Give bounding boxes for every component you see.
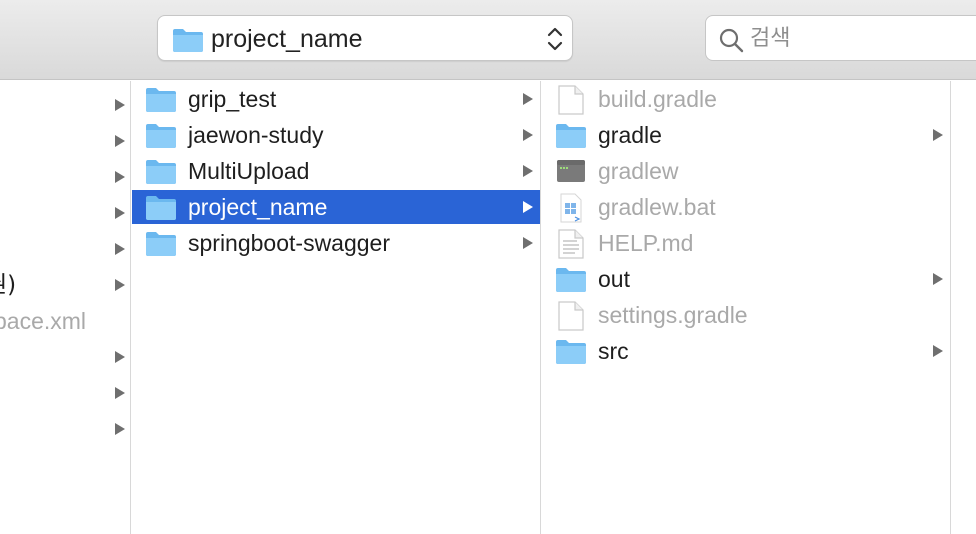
column1-row[interactable] bbox=[0, 376, 131, 410]
disclosure-arrow-icon bbox=[114, 170, 126, 189]
folder-icon bbox=[145, 121, 177, 149]
column1-row-label: pace.xml bbox=[0, 308, 87, 334]
browser-column-1[interactable]: 권) pace.xml bbox=[0, 81, 131, 534]
folder-icon bbox=[145, 193, 177, 221]
item-label: gradle bbox=[598, 122, 662, 148]
document-icon bbox=[555, 301, 587, 331]
disclosure-arrow-icon bbox=[114, 134, 126, 153]
item-label: out bbox=[598, 266, 630, 292]
disclosure-arrow-icon bbox=[114, 98, 126, 117]
column1-row[interactable]: pace.xml bbox=[0, 304, 131, 338]
disclosure-arrow-icon bbox=[522, 164, 534, 183]
column1-row[interactable] bbox=[0, 160, 131, 194]
item-label: HELP.md bbox=[598, 230, 694, 256]
item-label: gradlew bbox=[598, 158, 679, 184]
windows-batch-file-icon bbox=[555, 193, 587, 223]
folder-icon bbox=[145, 229, 177, 257]
column1-row[interactable] bbox=[0, 340, 131, 374]
disclosure-arrow-icon bbox=[522, 200, 534, 219]
column1-row[interactable] bbox=[0, 124, 131, 158]
list-item-file[interactable]: build.gradle bbox=[542, 82, 950, 116]
column1-row[interactable]: 권) bbox=[0, 268, 131, 302]
browser-column-4[interactable] bbox=[952, 81, 976, 534]
search-field[interactable] bbox=[705, 15, 976, 61]
column1-row-label: 권) bbox=[0, 272, 17, 298]
disclosure-arrow-icon bbox=[114, 278, 126, 297]
disclosure-arrow-icon bbox=[114, 422, 126, 441]
disclosure-arrow-icon bbox=[522, 128, 534, 147]
list-item-folder-selected[interactable]: project_name bbox=[132, 190, 540, 224]
folder-icon bbox=[145, 157, 177, 185]
column1-row[interactable] bbox=[0, 88, 131, 122]
list-item-folder[interactable]: src bbox=[542, 334, 950, 368]
disclosure-arrow-icon bbox=[522, 236, 534, 255]
item-label: springboot-swagger bbox=[188, 230, 391, 256]
list-item-folder[interactable]: jaewon-study bbox=[132, 118, 540, 152]
column1-row[interactable] bbox=[0, 196, 131, 230]
terminal-executable-icon bbox=[555, 157, 587, 185]
up-down-chevron-icon bbox=[546, 24, 564, 59]
disclosure-arrow-icon bbox=[932, 272, 944, 291]
path-popup-label: project_name bbox=[211, 25, 363, 53]
browser-column-3[interactable]: build.gradle gradle gradlew gradlew.bat … bbox=[542, 81, 951, 534]
folder-icon bbox=[555, 265, 587, 293]
list-item-folder[interactable]: springboot-swagger bbox=[132, 226, 540, 260]
item-label: gradlew.bat bbox=[598, 194, 716, 220]
disclosure-arrow-icon bbox=[114, 242, 126, 261]
folder-icon bbox=[555, 337, 587, 365]
path-popup-button[interactable]: project_name bbox=[157, 15, 573, 61]
disclosure-arrow-icon bbox=[522, 92, 534, 111]
item-label: src bbox=[598, 338, 629, 364]
disclosure-arrow-icon bbox=[114, 206, 126, 225]
finder-toolbar: project_name bbox=[0, 0, 976, 80]
item-label: project_name bbox=[188, 194, 328, 220]
disclosure-arrow-icon bbox=[932, 128, 944, 147]
folder-icon bbox=[172, 27, 204, 58]
item-label: build.gradle bbox=[598, 86, 717, 112]
search-input[interactable] bbox=[750, 22, 970, 54]
item-label: jaewon-study bbox=[188, 122, 324, 148]
item-label: MultiUpload bbox=[188, 158, 310, 184]
disclosure-arrow-icon bbox=[114, 386, 126, 405]
disclosure-arrow-icon bbox=[114, 350, 126, 369]
item-label: grip_test bbox=[188, 86, 277, 112]
disclosure-arrow-icon bbox=[932, 344, 944, 363]
list-item-folder[interactable]: grip_test bbox=[132, 82, 540, 116]
search-icon bbox=[718, 27, 744, 58]
text-document-icon bbox=[555, 229, 587, 259]
browser-column-2[interactable]: grip_test jaewon-study MultiUpload proje… bbox=[132, 81, 541, 534]
item-label: settings.gradle bbox=[598, 302, 748, 328]
column1-row[interactable] bbox=[0, 412, 131, 446]
folder-icon bbox=[555, 121, 587, 149]
list-item-folder[interactable]: out bbox=[542, 262, 950, 296]
list-item-file[interactable]: gradlew.bat bbox=[542, 190, 950, 224]
column1-row[interactable] bbox=[0, 232, 131, 266]
document-icon bbox=[555, 85, 587, 115]
list-item-folder[interactable]: gradle bbox=[542, 118, 950, 152]
folder-icon bbox=[145, 85, 177, 113]
list-item-file[interactable]: gradlew bbox=[542, 154, 950, 188]
list-item-folder[interactable]: MultiUpload bbox=[132, 154, 540, 188]
list-item-file[interactable]: settings.gradle bbox=[542, 298, 950, 332]
list-item-file[interactable]: HELP.md bbox=[542, 226, 950, 260]
